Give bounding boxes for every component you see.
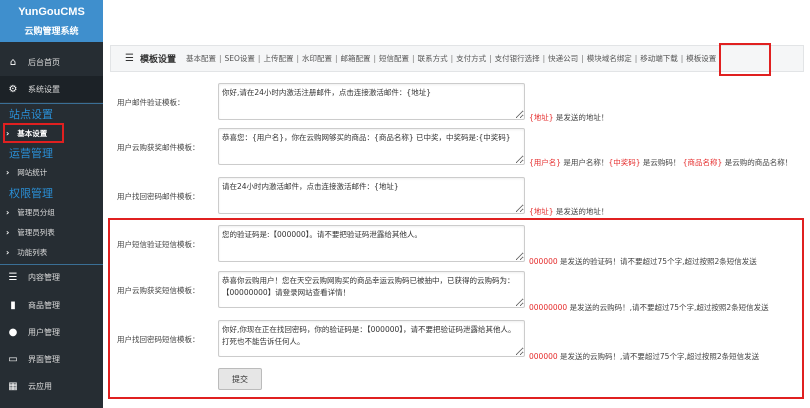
- placeholder-token: {中奖码}: [608, 158, 641, 167]
- placeholder-token: {地址}: [529, 113, 554, 122]
- chevron-right-icon: ›: [6, 167, 10, 177]
- menu-icon: ☰: [125, 53, 134, 64]
- sidebar: YunGouCMS 云购管理系统 ⌂ 后台首页 ⚙ 系统设置 站点设置 › 基本设置 …: [0, 0, 103, 408]
- sidebar-item-label: 网站统计: [17, 167, 48, 177]
- tab-separator: |: [634, 54, 638, 63]
- template-textarea[interactable]: 请在24小时内激活邮件，点击连接激活邮件：{地址}: [218, 177, 525, 214]
- tab-1[interactable]: SEO设置: [225, 54, 255, 63]
- tab-separator: |: [334, 54, 338, 63]
- field-hint: {地址} 是发送的地址！: [529, 206, 608, 217]
- tab-10[interactable]: 模块域名绑定: [587, 54, 632, 63]
- tab-separator: |: [257, 54, 261, 63]
- tab-separator: |: [680, 54, 684, 63]
- divider: [0, 103, 103, 104]
- hint-text: 是用户名称！: [561, 158, 609, 167]
- sidebar-item-home[interactable]: ⌂ 后台首页: [0, 49, 103, 75]
- chevron-right-icon: ›: [6, 227, 10, 237]
- sidebar-item-label: 商品管理: [28, 300, 60, 310]
- tab-7[interactable]: 支付方式: [456, 54, 486, 63]
- tab-9[interactable]: 快递公司: [548, 54, 578, 63]
- sidebar-item-site-stats[interactable]: › 网站统计: [6, 164, 47, 180]
- tab-4[interactable]: 邮箱配置: [341, 54, 371, 63]
- tab-2[interactable]: 上传配置: [263, 54, 293, 63]
- hint-text: 是云购码！: [640, 158, 683, 167]
- highlight-box: [108, 218, 804, 399]
- placeholder-token: {地址}: [529, 207, 554, 216]
- bar-chart-icon: ▮: [10, 299, 16, 311]
- submit-button[interactable]: 提交: [218, 368, 262, 390]
- sidebar-item-admin-list[interactable]: › 管理员列表: [6, 224, 55, 240]
- tab-12[interactable]: 模板设置: [686, 54, 716, 63]
- tab-separator: |: [218, 54, 222, 63]
- sidebar-item-label: 管理员分组: [17, 207, 55, 217]
- sidebar-item-label: 内容管理: [28, 272, 60, 282]
- sidebar-item-content[interactable]: ☰ 内容管理: [0, 264, 103, 290]
- sidebar-item-function-list[interactable]: › 功能列表: [6, 244, 47, 260]
- placeholder-token: {商品名称}: [682, 158, 723, 167]
- template-textarea[interactable]: 你好,请在24小时内激活注册邮件，点击连接激活邮件：{地址}: [218, 83, 525, 120]
- highlight-box: [3, 123, 64, 143]
- sidebar-item-system-settings[interactable]: ⚙ 系统设置: [0, 76, 103, 102]
- list-icon: ☰: [8, 271, 18, 283]
- gear-icon: ⚙: [8, 83, 18, 95]
- logo-brand: YunGouCMS: [18, 6, 85, 18]
- logo: YunGouCMS 云购管理系统: [0, 0, 103, 42]
- tab-separator: |: [373, 54, 377, 63]
- sidebar-item-label: 功能列表: [17, 247, 48, 257]
- field-hint: {用户名} 是用户名称！{中奖码} 是云购码！ {商品名称} 是云购的商品名称！: [529, 157, 792, 168]
- hint-text: 是发送的地址！: [553, 207, 609, 216]
- sidebar-item-label: 管理员列表: [17, 227, 55, 237]
- tabs: 基本配置 | SEO设置 | 上传配置 | 水印配置 | 邮箱配置 | 短信配置 | 联系方式 | 支付方式…: [186, 53, 725, 64]
- highlight-box: [719, 43, 771, 76]
- sidebar-item-label: 后台首页: [28, 57, 60, 67]
- hint-text: 是云购的商品名称！: [722, 158, 793, 167]
- hint-text: 是发送的地址！: [553, 113, 609, 122]
- grid-icon: ▦: [8, 380, 18, 392]
- sidebar-item-label: 系统设置: [28, 84, 60, 94]
- tab-separator: |: [450, 54, 454, 63]
- field-label: 用户云购获奖邮件模板：: [117, 143, 200, 152]
- tab-5[interactable]: 短信配置: [379, 54, 409, 63]
- sidebar-item-interface[interactable]: ▭ 界面管理: [0, 346, 103, 372]
- template-textarea[interactable]: 恭喜您：{用户名}，你在云购网够买的商品：{商品名称} 已中奖，中奖码是:{中奖…: [218, 128, 525, 165]
- sidebar-item-users[interactable]: ● 用户管理: [0, 319, 103, 345]
- tab-separator: |: [296, 54, 299, 63]
- tab-separator: |: [581, 54, 584, 63]
- tab-0[interactable]: 基本配置: [186, 54, 216, 63]
- logo-subtitle: 云购管理系统: [24, 27, 79, 37]
- section-title-permissions: 权限管理: [9, 187, 53, 200]
- chevron-right-icon: ›: [6, 247, 10, 257]
- field-hint: {地址} 是发送的地址！: [529, 112, 608, 123]
- sidebar-item-label: 界面管理: [28, 354, 60, 364]
- sidebar-item-products[interactable]: ▮ 商品管理: [0, 292, 103, 318]
- tab-bar: ☰ 模板设置 基本配置 | SEO设置 | 上传配置 | 水印配置 | 邮箱配置 | 短信配置 | 联系…: [110, 45, 804, 72]
- section-title-operations: 运营管理: [9, 147, 53, 160]
- tab-8[interactable]: 支付银行选择: [495, 54, 540, 63]
- sidebar-item-label: 云应用: [28, 381, 52, 391]
- tab-separator: |: [412, 54, 415, 63]
- sidebar-item-label: 用户管理: [28, 327, 60, 337]
- home-icon: ⌂: [9, 56, 17, 68]
- field-label: 用户邮件验证模板：: [117, 98, 185, 107]
- tab-separator: |: [542, 54, 546, 63]
- monitor-icon: ▭: [8, 353, 18, 365]
- sidebar-item-admin-groups[interactable]: › 管理员分组: [6, 204, 55, 220]
- field-label: 用户找回密码邮件模板：: [117, 192, 200, 201]
- tab-11[interactable]: 移动端下载: [640, 54, 678, 63]
- placeholder-token: {用户名}: [529, 158, 562, 167]
- page-title: 模板设置: [139, 55, 176, 65]
- chevron-right-icon: ›: [6, 207, 10, 217]
- tab-3[interactable]: 水印配置: [302, 54, 332, 63]
- sidebar-item-cloud-apps[interactable]: ▦ 云应用: [0, 373, 103, 399]
- tab-6[interactable]: 联系方式: [418, 54, 448, 63]
- section-title-site: 站点设置: [9, 108, 53, 121]
- user-icon: ●: [8, 326, 18, 338]
- tab-separator: |: [489, 54, 492, 63]
